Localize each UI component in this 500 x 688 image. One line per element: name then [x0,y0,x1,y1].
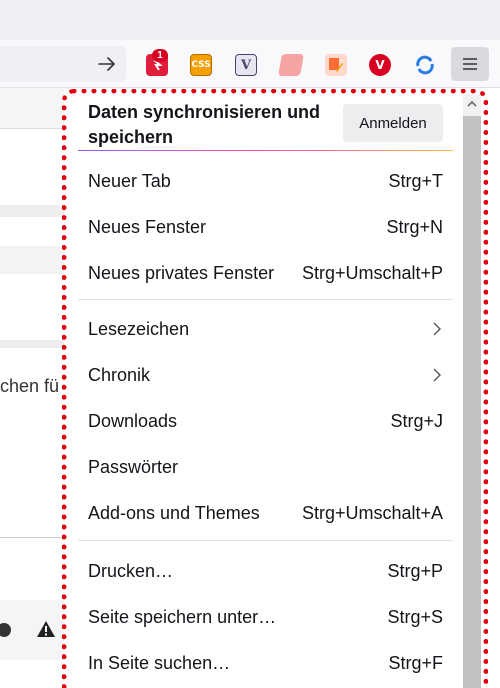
hamburger-icon [463,58,477,70]
menu-item-shortcut: Strg+Umschalt+P [301,262,443,283]
page-divider [0,340,70,348]
menu-item-shortcut: Strg+Umschalt+A [301,502,443,523]
vivaldi-extension-icon[interactable]: V [369,54,391,76]
menu-item-history[interactable]: Chronik [78,356,453,394]
sync-extension-icon[interactable] [414,54,436,76]
menu-item-shortcut: Strg+P [387,560,443,581]
menu-item-addons-themes[interactable]: Add-ons und Themes Strg+Umschalt+A [78,494,453,532]
v-extension-icon[interactable]: V [235,54,257,76]
menu-item-new-private-window[interactable]: Neues privates Fenster Strg+Umschalt+P [78,254,453,292]
menu-item-find-in-page[interactable]: In Seite suchen… Strg+F [78,644,453,682]
page-bg-section [0,88,70,128]
page-divider [0,128,70,129]
tab-strip [0,0,500,40]
menu-item-shortcut: Strg+F [388,652,443,673]
signin-button[interactable]: Anmelden [343,104,443,142]
menu-item-label: Seite speichern unter… [88,606,277,627]
menu-item-save-page[interactable]: Seite speichern unter… Strg+S [78,598,453,636]
page-bg-section [0,246,70,274]
sync-divider [78,150,453,151]
page-partial-text: chen fü [0,376,60,396]
chevron-right-icon [433,368,441,382]
menu-item-label: Drucken… [88,560,174,581]
scroll-extension-icon[interactable] [278,54,304,76]
menu-item-label: Downloads [88,410,178,431]
chevron-right-icon [433,322,441,336]
menu-scrollbar-thumb[interactable] [463,116,481,688]
menu-item-label: Chronik [88,364,151,385]
scroll-up-arrow-icon[interactable] [466,98,478,110]
app-menu-button[interactable] [451,47,489,81]
menu-item-shortcut: Strg+T [388,170,443,191]
go-arrow-icon[interactable] [96,53,118,75]
menu-item-shortcut: Strg+N [386,216,443,237]
page-divider [0,537,70,538]
menu-item-new-tab[interactable]: Neuer Tab Strg+T [78,162,453,200]
extension-badge: 1 [152,49,168,62]
menu-item-label: Add-ons und Themes [88,502,260,523]
menu-item-label: Passwörter [88,456,179,477]
sync-heading: Daten synchronisieren und speichern [88,102,321,147]
page-divider [0,205,70,217]
menu-item-label: Neues Fenster [88,216,207,237]
menu-item-label: Neues privates Fenster [88,262,275,283]
menu-item-label: Neuer Tab [88,170,171,191]
globe-icon [0,618,16,638]
menu-item-shortcut: Strg+J [390,410,443,431]
css-extension-icon[interactable]: CSS [190,54,212,76]
menu-item-print[interactable]: Drucken… Strg+P [78,552,453,590]
menu-item-label: In Seite suchen… [88,652,231,673]
menu-item-downloads[interactable]: Downloads Strg+J [78,402,453,440]
menu-item-new-window[interactable]: Neues Fenster Strg+N [78,208,453,246]
menu-item-shortcut: Strg+S [387,606,443,627]
menu-separator [78,540,453,541]
warning-icon [36,620,56,638]
menu-item-bookmarks[interactable]: Lesezeichen [78,310,453,348]
menu-item-label: Lesezeichen [88,318,190,339]
menu-separator [78,299,453,300]
edit-extension-icon[interactable] [325,54,347,76]
nav-toolbar: 1 CSS V V [0,40,500,88]
menu-item-passwords[interactable]: Passwörter [78,448,453,486]
